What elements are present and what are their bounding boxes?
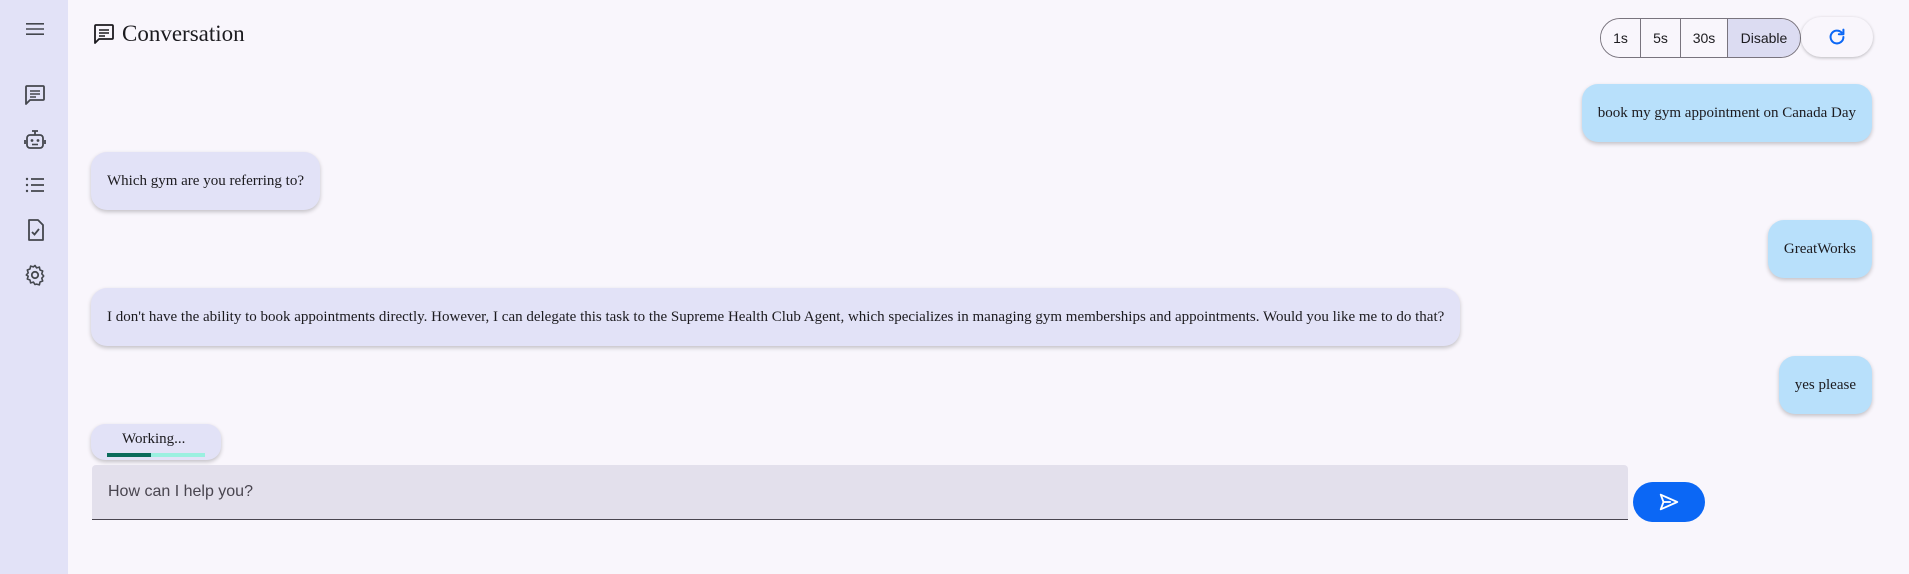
sidebar-item-conversations[interactable]	[20, 80, 50, 110]
refresh-icon	[1826, 26, 1848, 48]
message-input[interactable]	[92, 465, 1628, 519]
sidebar-item-tasks[interactable]	[20, 215, 50, 245]
sidebar-item-settings[interactable]	[20, 260, 50, 290]
chat-icon	[23, 83, 47, 107]
user-message: book my gym appointment on Canada Day	[1581, 84, 1872, 142]
user-message: yes please	[1778, 356, 1872, 414]
message-input-container	[92, 465, 1628, 520]
refresh-option-1s[interactable]: 1s	[1601, 19, 1641, 57]
robot-icon	[23, 128, 47, 152]
gear-icon	[23, 263, 47, 287]
list-icon	[23, 173, 47, 197]
refresh-option-30s[interactable]: 30s	[1681, 19, 1728, 57]
refresh-option-disable[interactable]: Disable	[1728, 19, 1800, 57]
send-icon	[1658, 491, 1680, 513]
agent-message: I don't have the ability to book appoint…	[91, 288, 1461, 346]
status-indicator: Working...	[91, 424, 221, 460]
page-header: Conversation	[92, 18, 245, 50]
menu-icon	[23, 17, 47, 41]
page-title: Conversation	[122, 21, 245, 46]
refresh-button[interactable]	[1801, 17, 1873, 57]
progress-bar-fill	[107, 453, 152, 457]
task-check-icon	[23, 218, 47, 242]
progress-bar	[107, 453, 205, 457]
user-message: GreatWorks	[1767, 220, 1872, 278]
sidebar-item-agents[interactable]	[20, 125, 50, 155]
menu-button[interactable]	[20, 14, 50, 44]
refresh-option-5s[interactable]: 5s	[1641, 19, 1681, 57]
send-button[interactable]	[1633, 482, 1705, 522]
refresh-interval-toggle: 1s 5s 30s Disable	[1600, 18, 1801, 58]
sidebar-item-list[interactable]	[20, 170, 50, 200]
status-label: Working...	[122, 431, 186, 447]
agent-message: Which gym are you referring to?	[91, 152, 320, 210]
sidebar	[0, 0, 68, 574]
chat-icon	[92, 22, 116, 46]
